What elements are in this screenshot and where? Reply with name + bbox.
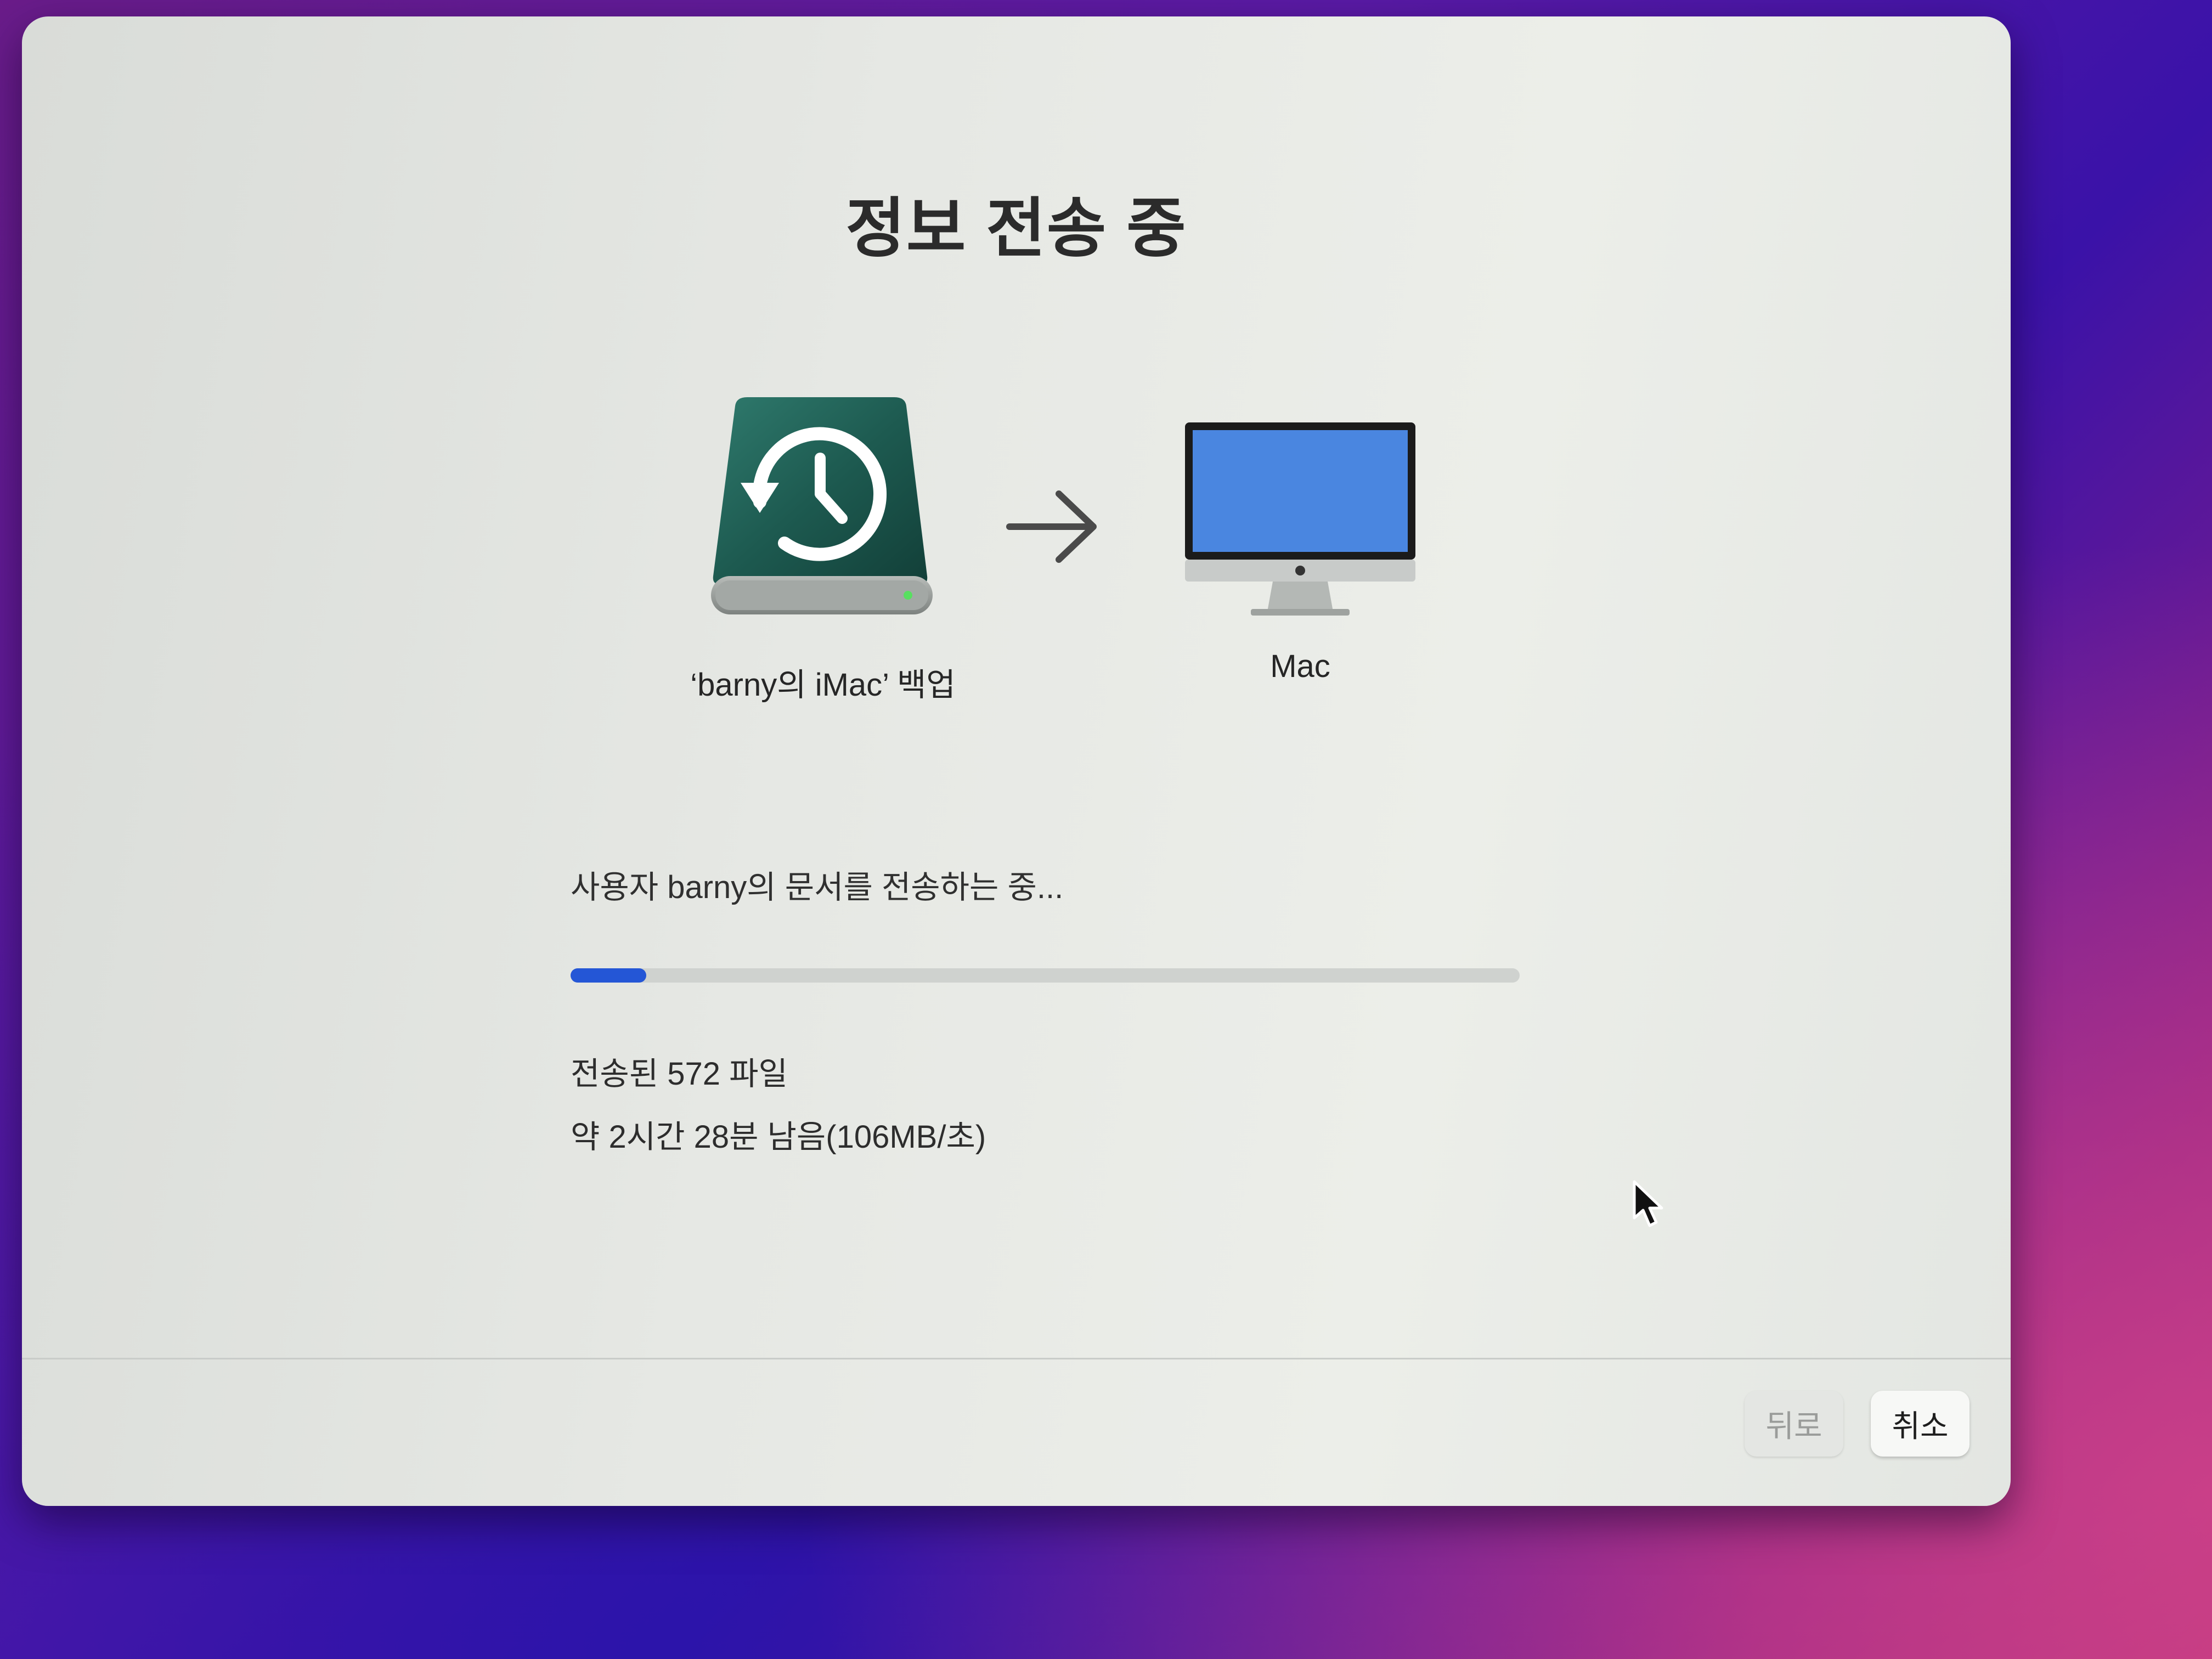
imac-icon — [1185, 422, 1415, 616]
footer-divider — [22, 1358, 2011, 1359]
migration-assistant-window: 정보 전송 중 ‘barny의 iMac’ 백업 Mac 사용자 barny의 … — [22, 16, 2011, 1506]
transfer-status-text: 사용자 barny의 문서를 전송하는 중... — [571, 870, 1064, 905]
target-device-label: Mac — [1270, 648, 1330, 684]
source-device-label: ‘barny의 iMac’ 백업 — [690, 667, 956, 703]
target-device: Mac — [1147, 422, 1454, 685]
mouse-pointer-icon — [1633, 1180, 1663, 1227]
files-transferred-text: 전송된 572 파일 — [571, 1056, 788, 1092]
transfer-progress-fill — [571, 968, 647, 983]
time-remaining-text: 약 2시간 28분 남음(106MB/초) — [571, 1119, 986, 1155]
cancel-button[interactable]: 취소 — [1871, 1391, 1970, 1457]
page-title: 정보 전송 중 — [845, 193, 1187, 265]
arrow-right-icon — [1006, 490, 1097, 563]
source-device: ‘barny의 iMac’ 백업 — [647, 395, 998, 705]
transfer-progress-bar — [571, 968, 1520, 983]
back-button[interactable]: 뒤로 — [1745, 1391, 1843, 1457]
time-machine-drive-icon — [711, 397, 933, 614]
